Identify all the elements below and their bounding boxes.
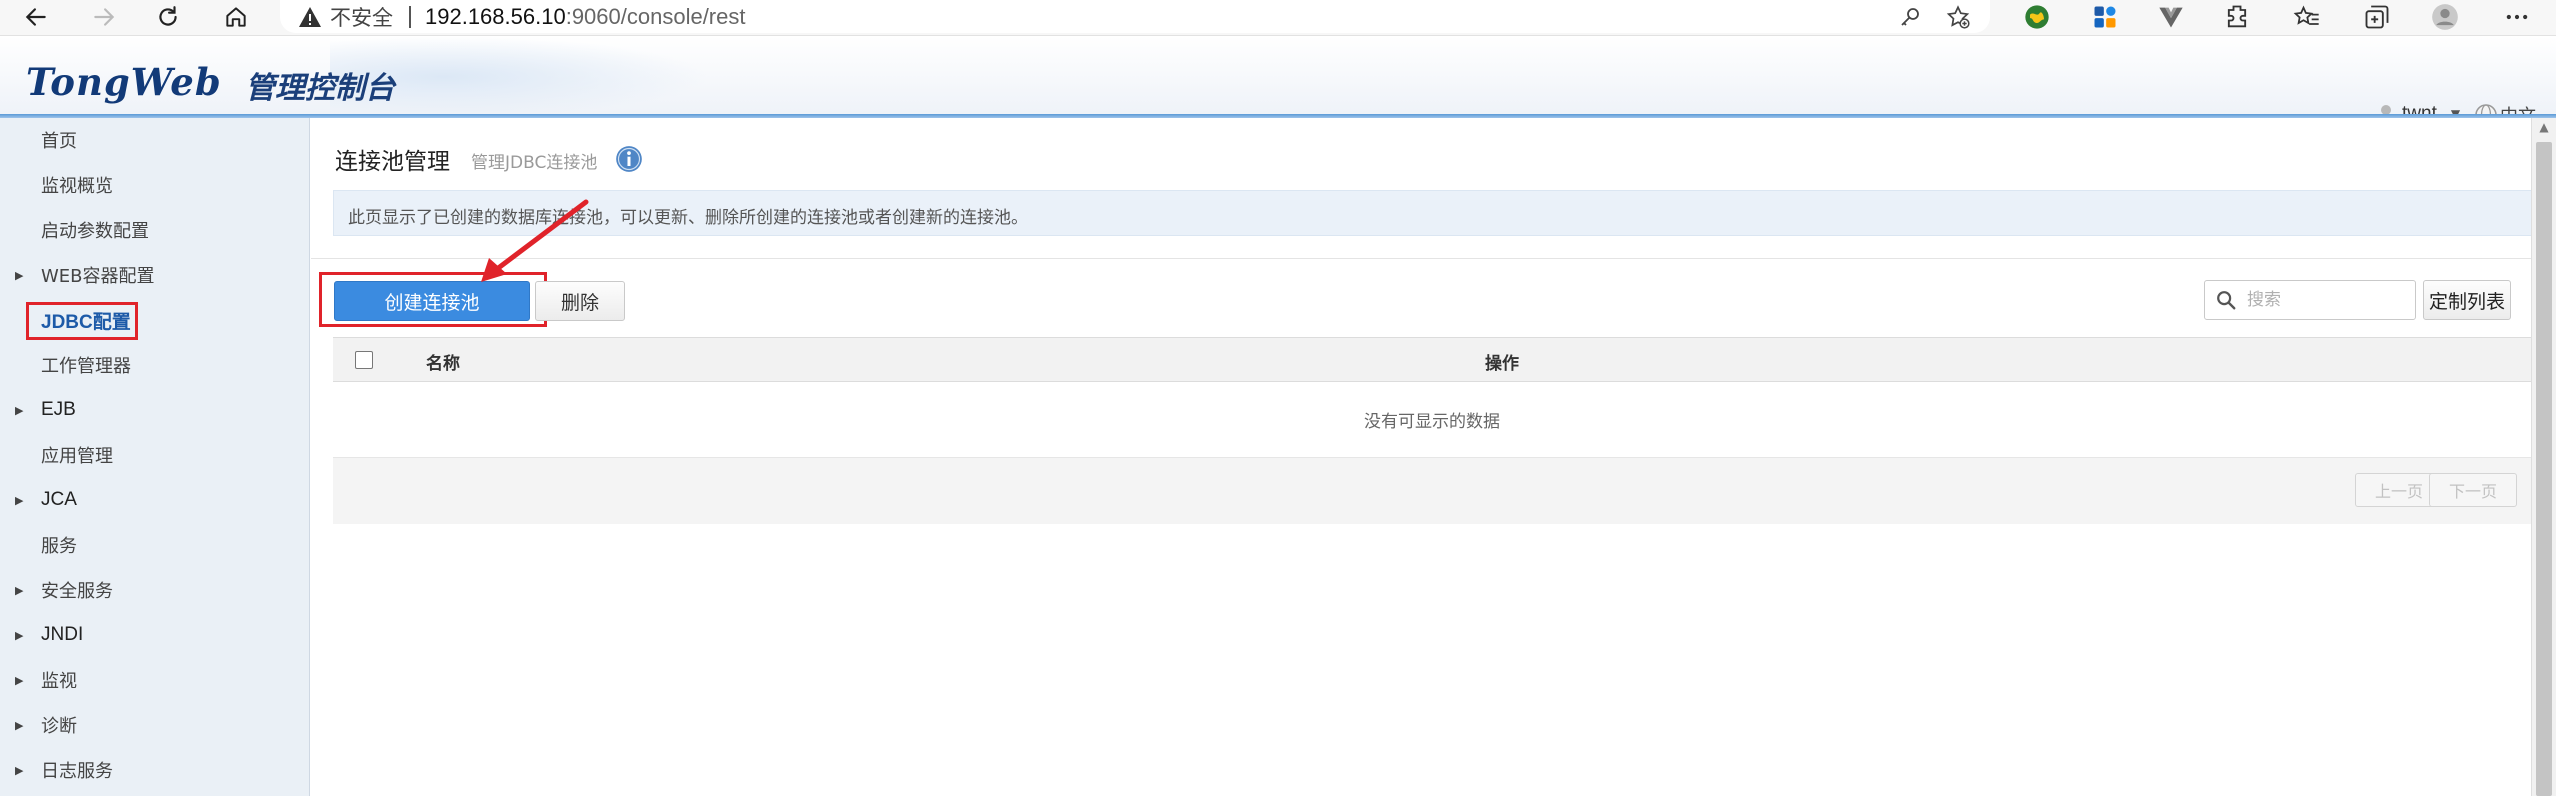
vue-extension-icon[interactable] [2154, 1, 2188, 33]
table-header: 名称 操作 [333, 337, 2531, 382]
section-divider [311, 258, 2531, 259]
page-subtitle: 管理JDBC连接池 [471, 153, 598, 173]
more-icon[interactable] [2500, 1, 2534, 33]
console-title: 管理控制台 [245, 71, 395, 106]
sidebar-item-ejb[interactable]: ▶ EJB [0, 390, 309, 430]
expand-arrow-icon: ▶ [15, 673, 24, 687]
column-header-name[interactable]: 名称 [426, 349, 460, 374]
sidebar-item-label: 应用管理 [41, 446, 113, 467]
extensions-icon[interactable] [2220, 1, 2254, 33]
sidebar-item-startup-params[interactable]: 启动参数配置 [0, 210, 309, 250]
sidebar-item-label: 日志服务 [41, 761, 113, 782]
sidebar-item-label: JNDI [41, 624, 84, 645]
sidebar-item-log-service[interactable]: ▶ 日志服务 [0, 750, 309, 790]
favorites-icon[interactable] [2290, 1, 2324, 33]
page-scrollbar[interactable]: ▲ [2531, 118, 2556, 796]
annotation-arrow-icon [481, 199, 589, 282]
browser-toolbar: 不安全 192.168.56.10 :9060/console/rest [0, 0, 2556, 36]
pagination-bar: 上一页 下一页 [333, 458, 2531, 524]
sidebar-item-label: EJB [41, 399, 76, 420]
page-title: 连接池管理 [335, 149, 450, 175]
expand-arrow-icon: ▶ [15, 268, 24, 282]
expand-arrow-icon: ▶ [15, 628, 24, 642]
sidebar-item-label: 监视 [41, 671, 77, 692]
sidebar-item-monitor-overview[interactable]: 监视概览 [0, 165, 309, 205]
search-input[interactable] [2247, 290, 2407, 310]
search-box[interactable] [2204, 280, 2416, 320]
globe-extension-icon[interactable] [2020, 1, 2054, 33]
app-header: TongWeb 管理控制台 twnt ▼ 中文 [0, 36, 2556, 127]
back-icon[interactable] [20, 2, 52, 32]
description-text: 此页显示了已创建的数据库连接池，可以更新、删除所创建的连接池或者创建新的连接池。 [348, 208, 1028, 228]
expand-arrow-icon: ▶ [15, 493, 24, 507]
insecure-label: 不安全 [330, 5, 393, 30]
sidebar-item-diagnostics[interactable]: ▶ 诊断 [0, 705, 309, 745]
main-content: 连接池管理 管理JDBC连接池 此页显示了已创建的数据库连接池，可以更新、删除所… [311, 118, 2533, 796]
sidebar-item-label: 首页 [41, 131, 77, 152]
url-host: 192.168.56.10 [425, 3, 566, 29]
profile-icon[interactable] [2428, 1, 2462, 33]
favorite-add-icon[interactable] [1944, 3, 1972, 31]
key-icon[interactable] [1896, 3, 1924, 31]
sidebar-item-label: JCA [41, 489, 77, 510]
select-all-checkbox[interactable] [355, 351, 373, 369]
empty-message: 没有可显示的数据 [1364, 412, 1500, 432]
sidebar-item-security[interactable]: ▶ 安全服务 [0, 570, 309, 610]
sidebar-item-label: 诊断 [41, 716, 77, 737]
scroll-up-icon[interactable]: ▲ [2536, 120, 2552, 134]
sidebar-item-label: WEB容器配置 [41, 266, 155, 287]
sidebar-item-label: 服务 [41, 536, 77, 557]
sidebar-item-services[interactable]: 服务 [0, 525, 309, 565]
column-header-operations: 操作 [1485, 354, 1519, 374]
expand-arrow-icon: ▶ [15, 763, 24, 777]
apps-extension-icon[interactable] [2088, 1, 2122, 33]
refresh-icon[interactable] [152, 2, 184, 32]
home-icon[interactable] [220, 2, 252, 32]
warning-icon [299, 6, 321, 27]
customize-list-button[interactable]: 定制列表 [2423, 280, 2511, 320]
info-icon[interactable] [615, 145, 643, 173]
forward-icon[interactable] [88, 2, 120, 32]
url-path: :9060/console/rest [565, 3, 746, 29]
table-empty-row: 没有可显示的数据 [333, 382, 2531, 458]
address-separator [409, 5, 411, 28]
search-icon [2217, 291, 2236, 310]
collections-icon[interactable] [2360, 1, 2394, 33]
description-panel: 此页显示了已创建的数据库连接池，可以更新、删除所创建的连接池或者创建新的连接池。 [333, 190, 2533, 236]
sidebar-item-label: 安全服务 [41, 581, 113, 602]
sidebar-item-label: 监视概览 [41, 176, 113, 197]
sidebar-item-label: 启动参数配置 [41, 221, 149, 242]
jdbc-highlight-box [26, 302, 138, 340]
sidebar-nav: 首页 监视概览 启动参数配置 ▶ WEB容器配置 JDBC配置 工作管理器 ▶ … [0, 118, 310, 796]
sidebar-item-app-management[interactable]: 应用管理 [0, 435, 309, 475]
address-bar[interactable]: 不安全 192.168.56.10 :9060/console/rest [280, 0, 1990, 33]
sidebar-item-web-container[interactable]: ▶ WEB容器配置 [0, 255, 309, 295]
sidebar-item-jndi[interactable]: ▶ JNDI [0, 615, 309, 655]
sidebar-item-label: 工作管理器 [41, 356, 131, 377]
expand-arrow-icon: ▶ [15, 403, 24, 417]
tongweb-logo: TongWeb [26, 60, 222, 104]
sidebar-item-monitor[interactable]: ▶ 监视 [0, 660, 309, 700]
expand-arrow-icon: ▶ [15, 718, 24, 732]
sidebar-item-jca[interactable]: ▶ JCA [0, 480, 309, 520]
expand-arrow-icon: ▶ [15, 583, 24, 597]
sidebar-item-work-manager[interactable]: 工作管理器 [0, 345, 309, 385]
scroll-thumb[interactable] [2536, 142, 2552, 796]
next-page-button[interactable]: 下一页 [2429, 473, 2517, 507]
sidebar-item-home[interactable]: 首页 [0, 120, 309, 160]
